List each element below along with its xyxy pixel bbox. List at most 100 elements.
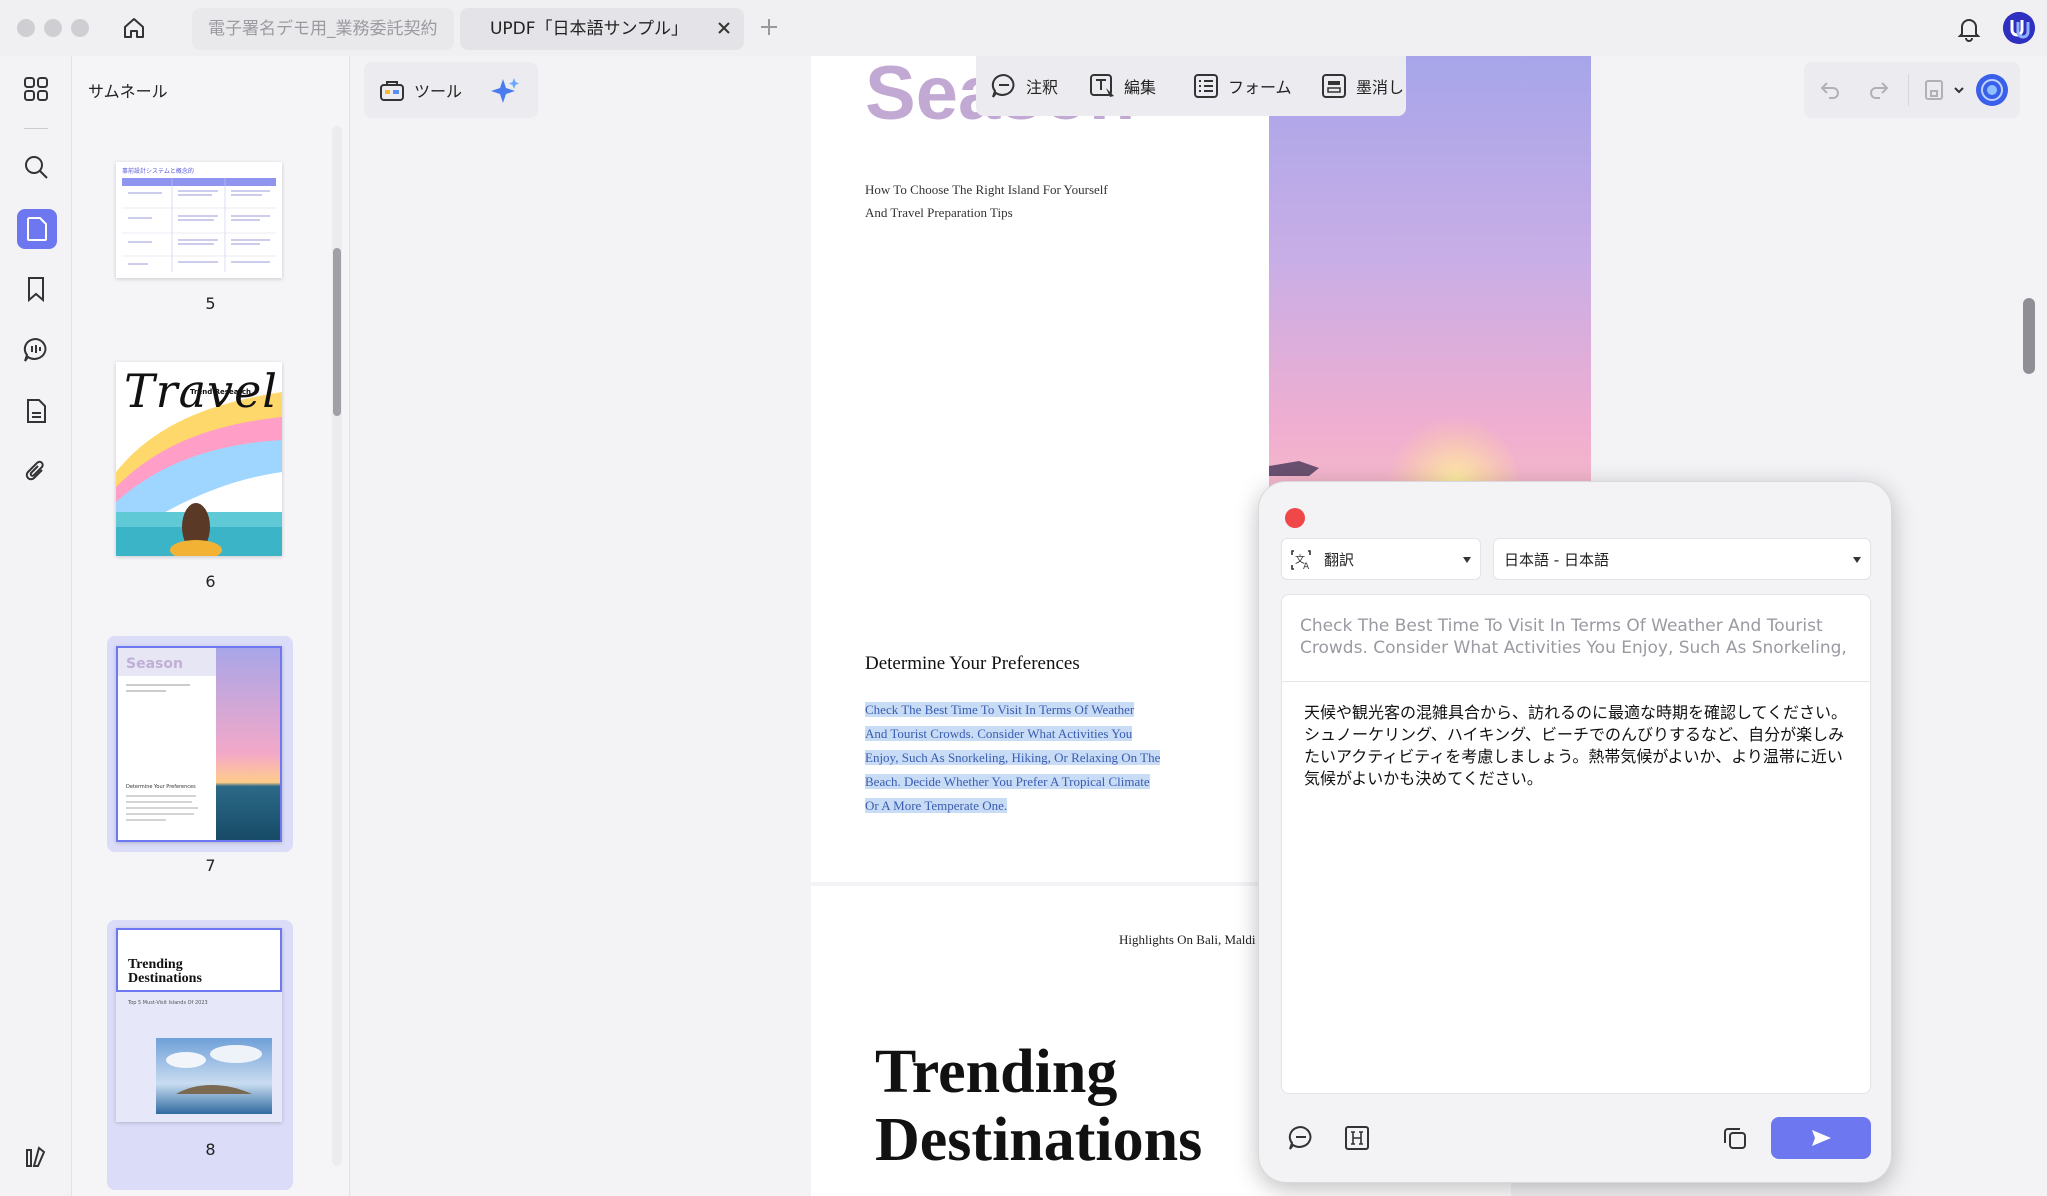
- thumbnail-page-7[interactable]: Season Determine Your Preferences: [116, 646, 282, 842]
- translate-icon: 文A: [1291, 550, 1311, 571]
- edit-mode-toolbar: 注釈 編集 フォーム 墨消し: [976, 56, 1406, 116]
- highlighted-line: Or A More Temperate One.: [865, 798, 1008, 813]
- document-scrollbar-thumb[interactable]: [2023, 298, 2035, 374]
- tools-button[interactable]: ツール: [378, 62, 462, 118]
- thumbnail-page-6[interactable]: Travel Trend Research: [116, 362, 282, 556]
- panel-layout-icon[interactable]: [17, 1138, 55, 1176]
- svg-text:A: A: [1303, 562, 1310, 571]
- toolbar-divider: [1908, 74, 1909, 106]
- copy-icon[interactable]: [1721, 1124, 1749, 1152]
- rail-divider: [24, 128, 48, 129]
- thumbnail-title: Season: [126, 656, 183, 672]
- annotate-button[interactable]: 注釈: [990, 58, 1058, 114]
- chevron-down-icon[interactable]: [1952, 82, 1966, 96]
- edit-label: 編集: [1124, 78, 1157, 97]
- tools-box: ツール: [364, 62, 538, 118]
- sunset-image-graphic: [216, 648, 280, 840]
- form-label: フォーム: [1228, 78, 1292, 97]
- dropdown-caret-icon: [1463, 557, 1471, 563]
- thumbnail-page-number: 7: [205, 856, 216, 875]
- redo-icon[interactable]: [1867, 78, 1891, 102]
- thumbnail-text-lines: [126, 795, 198, 821]
- thumbnail-caption: 事前設計システムと概念的: [122, 168, 194, 175]
- undo-icon[interactable]: [1818, 78, 1842, 102]
- highlighted-line: Check The Best Time To Visit In Terms Of…: [865, 702, 1135, 717]
- avatar[interactable]: [2003, 12, 2035, 44]
- redact-icon: [1322, 74, 1346, 98]
- comment-icon: [991, 73, 1015, 98]
- redact-button[interactable]: 墨消し: [1320, 58, 1404, 114]
- thumbnail-subtitle: Top 5 Must-Visit Islands Of 2023: [128, 1000, 208, 1006]
- ai-sparkle-icon[interactable]: [490, 76, 520, 106]
- document-stamp-icon[interactable]: [17, 392, 55, 430]
- annotate-label: 注釈: [1026, 78, 1059, 97]
- tab-document-2[interactable]: UPDF「日本語サンプル」: [460, 8, 744, 50]
- document-subtitle: How To Choose The Right Island For Yours…: [865, 178, 1108, 224]
- tools-label: ツール: [414, 82, 463, 101]
- subtitle-line: How To Choose The Right Island For Yours…: [865, 182, 1108, 197]
- notification-bell-icon[interactable]: [1955, 14, 1983, 42]
- attachment-icon[interactable]: [17, 453, 55, 491]
- thumbnail-page-8[interactable]: Trending Destinations Top 5 Must-Visit I…: [116, 928, 282, 1122]
- edit-button[interactable]: 編集: [1088, 58, 1156, 114]
- tab-label: 電子署名デモ用_業務委託契約: [208, 19, 438, 39]
- title-line: Trending: [875, 1038, 1118, 1106]
- thumbnail-panel: サムネール 事前設計システムと概念的 5 Travel Trend Resear…: [72, 56, 350, 1196]
- search-icon[interactable]: [17, 148, 55, 186]
- window-zoom-button[interactable]: [71, 19, 89, 37]
- thumbnail-page-number: 5: [205, 294, 216, 313]
- window-minimize-button[interactable]: [44, 19, 62, 37]
- title-line: Destinations: [875, 1106, 1203, 1174]
- tab-label: UPDF「日本語サンプル」: [489, 19, 689, 39]
- subtitle-line: And Travel Preparation Tips: [865, 205, 1013, 220]
- history-toolbar: [1804, 62, 2020, 118]
- highlighted-line: Beach. Decide Whether You Prefer A Tropi…: [865, 774, 1150, 789]
- trending-title: Trending Destinations: [875, 1038, 1202, 1174]
- ai-assistant-icon[interactable]: [1976, 74, 2008, 106]
- section-heading: Determine Your Preferences: [865, 653, 1080, 674]
- tab-document-1[interactable]: 電子署名デモ用_業務委託契約: [192, 8, 454, 50]
- panel-divider: [1282, 681, 1870, 682]
- thumbnail-heading: Determine Your Preferences: [126, 784, 196, 790]
- mode-select[interactable]: 文A 翻訳: [1281, 538, 1481, 580]
- language-select[interactable]: 日本語 - 日本語: [1493, 538, 1871, 580]
- highlighted-line: Enjoy, Such As Snorkeling, Hiking, Or Re…: [865, 750, 1161, 765]
- home-icon[interactable]: [120, 14, 148, 42]
- toolbox-icon: [380, 81, 404, 101]
- source-text[interactable]: Check The Best Time To Visit In Terms Of…: [1300, 615, 1856, 659]
- comment-icon[interactable]: [1287, 1124, 1315, 1152]
- redact-label: 墨消し: [1356, 78, 1405, 97]
- island-image-graphic: [156, 1038, 272, 1114]
- new-tab-icon[interactable]: [758, 16, 780, 38]
- apps-grid-icon[interactable]: [17, 70, 55, 108]
- thumbnail-view-icon[interactable]: [17, 209, 57, 249]
- popup-close-button[interactable]: [1285, 508, 1305, 528]
- selected-paragraph[interactable]: Check The Best Time To Visit In Terms Of…: [865, 698, 1161, 818]
- translate-popup: 文A 翻訳 日本語 - 日本語 Check The Best Time To V…: [1258, 481, 1892, 1183]
- thumbnail-title: Trending Destinations: [128, 957, 202, 986]
- send-button[interactable]: [1771, 1117, 1871, 1159]
- left-rail: [0, 56, 72, 1196]
- mode-label: 翻訳: [1324, 551, 1355, 569]
- thumbnail-page-number: 6: [205, 572, 216, 591]
- bookmark-icon[interactable]: [17, 270, 55, 308]
- panel-title: サムネール: [88, 82, 168, 101]
- thumbnail-scrollbar-thumb[interactable]: [333, 248, 341, 416]
- thumbnail-page-5[interactable]: 事前設計システムと概念的: [116, 162, 282, 278]
- title-bar: 電子署名デモ用_業務委託契約 UPDF「日本語サンプル」: [0, 0, 2047, 56]
- form-button[interactable]: フォーム: [1192, 58, 1292, 114]
- highlighted-line: And Tourist Crowds. Consider What Activi…: [865, 726, 1133, 741]
- translate-text-panel: Check The Best Time To Visit In Terms Of…: [1281, 594, 1871, 1094]
- language-label: 日本語 - 日本語: [1504, 551, 1609, 569]
- form-icon: [1194, 74, 1218, 98]
- thumbnail-table-graphic: [122, 178, 276, 272]
- heading-format-icon[interactable]: [1343, 1124, 1371, 1152]
- tab-close-icon[interactable]: [714, 18, 734, 38]
- thumbnail-page-number: 8: [205, 1140, 216, 1159]
- dropdown-caret-icon: [1853, 557, 1861, 563]
- comment-list-icon[interactable]: [17, 331, 55, 369]
- page-header-text: Highlights On Bali, Maldi: [1119, 932, 1256, 947]
- send-icon: [1812, 1130, 1831, 1146]
- save-icon[interactable]: [1922, 78, 1946, 102]
- window-close-button[interactable]: [17, 19, 35, 37]
